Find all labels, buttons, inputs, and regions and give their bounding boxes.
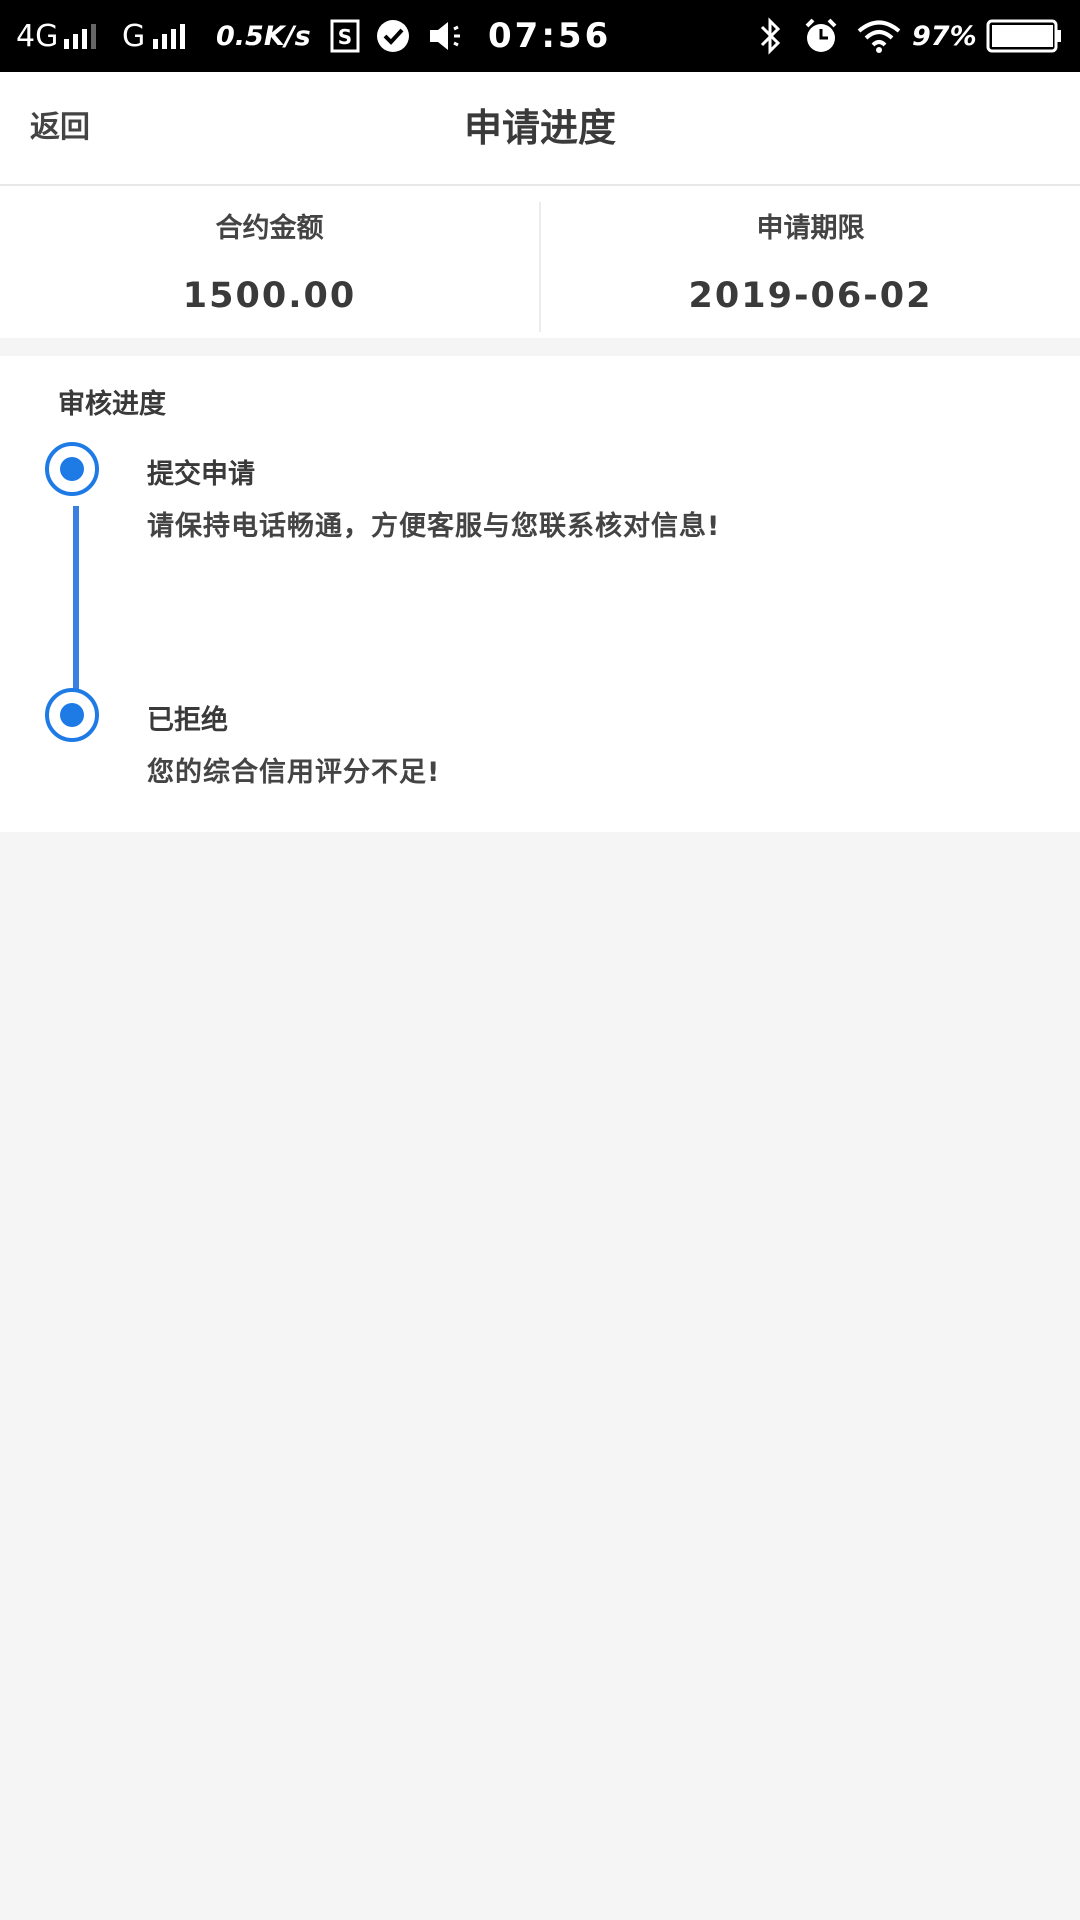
application-term-label: 申请期限	[756, 213, 865, 244]
bluetooth-icon	[756, 0, 784, 72]
top-navigation-bar: 申请进度 返回	[0, 72, 1080, 186]
network-type-label: G	[122, 18, 146, 54]
clock-time: 07:56	[488, 0, 611, 72]
contract-amount-label: 合约金额	[215, 213, 324, 244]
svg-text:S: S	[338, 25, 352, 49]
contract-summary: 合约金额 1500.00 申请期限 2019-06-02	[0, 186, 1080, 338]
review-progress-section: 审核进度 提交申请 请保持电话畅通，方便客服与您联系核对信息! 已拒绝 您的综合…	[0, 356, 1080, 832]
signal-icon	[64, 24, 97, 49]
timeline-dot	[60, 703, 84, 727]
battery-icon	[986, 0, 1062, 72]
battery-percent: 97%	[912, 0, 977, 72]
step-description: 您的综合信用评分不足!	[147, 757, 441, 788]
section-title: 审核进度	[58, 389, 166, 420]
timeline-node-icon	[45, 688, 99, 742]
timeline-dot	[60, 457, 84, 481]
page-title: 申请进度	[463, 106, 616, 150]
network-4g-indicator: 4G	[16, 0, 102, 72]
vibrate-icon	[426, 0, 466, 72]
contract-amount-block: 合约金额 1500.00	[0, 186, 539, 338]
step-description: 请保持电话畅通，方便客服与您联系核对信息!	[147, 511, 721, 542]
step-title: 提交申请	[147, 459, 255, 490]
network-type-label: 4G	[16, 18, 59, 54]
time-label: 07:56	[488, 16, 612, 56]
contract-amount-value: 1500.00	[182, 276, 357, 316]
network-g-indicator: G	[122, 0, 195, 72]
speed-label: 0.5K/s	[216, 20, 311, 52]
timeline-connector	[73, 506, 79, 716]
wifi-icon	[856, 0, 902, 72]
timeline-node-icon	[45, 442, 99, 496]
app-s-icon: S	[330, 0, 360, 72]
back-button[interactable]: 返回	[30, 72, 90, 184]
check-circle-icon	[376, 0, 410, 72]
application-term-value: 2019-06-02	[688, 276, 933, 316]
signal-icon	[153, 24, 186, 49]
status-bar: 4G G 0.5K/s S 07:56 97%	[0, 0, 1080, 72]
step-title: 已拒绝	[147, 705, 228, 736]
battery-label: 97%	[912, 20, 977, 52]
application-term-block: 申请期限 2019-06-02	[541, 186, 1080, 338]
alarm-icon	[802, 0, 840, 72]
network-speed: 0.5K/s	[216, 0, 311, 72]
